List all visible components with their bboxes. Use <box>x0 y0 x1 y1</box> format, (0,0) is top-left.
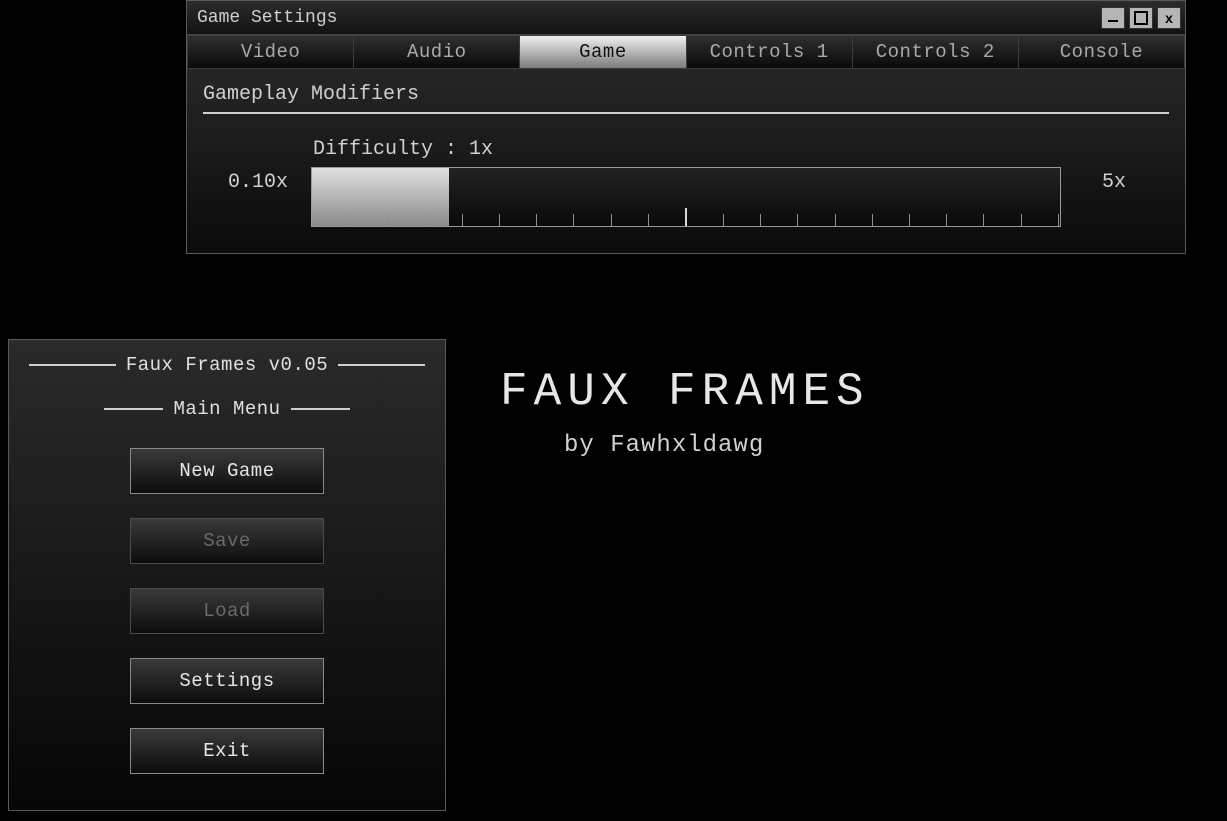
maximize-button[interactable] <box>1129 7 1153 29</box>
minimize-button[interactable] <box>1101 7 1125 29</box>
tab-audio[interactable]: Audio <box>353 35 520 68</box>
settings-window-title: Game Settings <box>197 8 1101 28</box>
tab-video[interactable]: Video <box>187 35 354 68</box>
settings-window: Game Settings x Video Audio Game Control… <box>186 0 1186 254</box>
new-game-button[interactable]: New Game <box>130 448 324 494</box>
button-label: Exit <box>203 740 251 762</box>
tab-label: Video <box>241 41 301 63</box>
divider-line <box>104 408 163 410</box>
close-button[interactable]: x <box>1157 7 1181 29</box>
tab-controls1[interactable]: Controls 1 <box>686 35 853 68</box>
settings-titlebar[interactable]: Game Settings x <box>187 1 1185 35</box>
difficulty-max-label: 5x <box>1079 171 1149 194</box>
tab-label: Console <box>1060 41 1143 63</box>
difficulty-slider-fill <box>312 168 449 226</box>
game-credit: by Fawhxldawg <box>564 432 764 459</box>
menu-subtitle: Main Menu <box>173 398 280 420</box>
difficulty-row: 0.10x Difficulty : 1x 5x <box>203 138 1169 227</box>
exit-button[interactable]: Exit <box>130 728 324 774</box>
save-button[interactable]: Save <box>130 518 324 564</box>
difficulty-label: Difficulty : 1x <box>313 138 1061 161</box>
section-title: Gameplay Modifiers <box>203 83 1169 106</box>
divider-line <box>338 364 425 366</box>
button-label: Settings <box>179 670 274 692</box>
button-label: Save <box>203 530 251 552</box>
divider-line <box>291 408 350 410</box>
tab-label: Controls 1 <box>710 41 829 63</box>
menu-buttons: New Game Save Load Settings Exit <box>130 448 324 774</box>
settings-button[interactable]: Settings <box>130 658 324 704</box>
window-buttons: x <box>1101 7 1181 29</box>
tab-label: Game <box>579 41 627 63</box>
button-label: Load <box>203 600 251 622</box>
section-divider <box>203 112 1169 114</box>
menu-subtitle-row: Main Menu <box>104 398 350 420</box>
difficulty-slider[interactable] <box>311 167 1061 227</box>
menu-title-row: Faux Frames v0.05 <box>29 354 425 376</box>
difficulty-slider-block: Difficulty : 1x <box>311 138 1061 227</box>
button-label: New Game <box>179 460 274 482</box>
settings-panel: Gameplay Modifiers 0.10x Difficulty : 1x… <box>187 69 1185 253</box>
load-button[interactable]: Load <box>130 588 324 634</box>
settings-tabs: Video Audio Game Controls 1 Controls 2 C… <box>187 35 1185 69</box>
tab-game[interactable]: Game <box>519 35 686 68</box>
main-menu-window: Faux Frames v0.05 Main Menu New Game Sav… <box>8 339 446 811</box>
game-title: FAUX FRAMES <box>500 366 870 418</box>
tab-console[interactable]: Console <box>1018 35 1185 68</box>
tab-label: Controls 2 <box>876 41 995 63</box>
tab-label: Audio <box>407 41 467 63</box>
tab-controls2[interactable]: Controls 2 <box>852 35 1019 68</box>
divider-line <box>29 364 116 366</box>
menu-title: Faux Frames v0.05 <box>126 354 328 376</box>
difficulty-min-label: 0.10x <box>223 171 293 194</box>
